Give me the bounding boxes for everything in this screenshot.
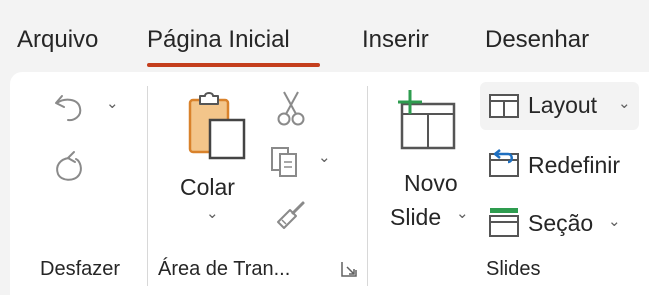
group-label-slides: Slides: [486, 258, 541, 280]
group-separator: [367, 86, 368, 286]
dialog-launcher-icon: [340, 260, 360, 278]
clipboard-icon: [184, 90, 250, 162]
ribbon-tabs: Arquivo Página Inicial Inserir Desenhar: [0, 0, 649, 70]
chevron-down-icon: ⌄: [456, 205, 469, 222]
paste-label: Colar: [180, 174, 235, 200]
undo-button[interactable]: ⌄: [50, 88, 120, 124]
reset-icon: [488, 148, 520, 178]
reset-button[interactable]: Redefinir: [480, 142, 639, 186]
scissors-icon: [276, 90, 312, 128]
tab-desenhar[interactable]: Desenhar: [485, 26, 589, 54]
layout-icon: [488, 92, 520, 120]
layout-label: Layout: [528, 92, 598, 118]
section-label: Seção: [528, 210, 594, 236]
chevron-down-icon: ⌄: [608, 213, 621, 230]
copy-button[interactable]: ⌄: [268, 144, 338, 184]
tab-arquivo[interactable]: Arquivo: [17, 26, 98, 54]
clipboard-dialog-launcher[interactable]: [340, 260, 360, 282]
chevron-down-icon: ⌄: [206, 205, 219, 222]
section-button[interactable]: Seção ⌄: [480, 200, 639, 244]
active-tab-indicator: [147, 63, 320, 67]
chevron-down-icon: ⌄: [106, 95, 119, 112]
new-slide-icon: [396, 88, 460, 154]
chevron-down-icon: ⌄: [618, 95, 631, 112]
cut-button[interactable]: [276, 90, 312, 130]
tab-inserir[interactable]: Inserir: [362, 26, 429, 54]
group-label-desfazer: Desfazer: [40, 258, 121, 280]
layout-button[interactable]: Layout ⌄: [480, 82, 639, 130]
ribbon-panel: ⌄ Desfazer Colar ⌄ ⌄ Área de Tran... Nov…: [10, 72, 649, 295]
new-slide-label-line1: Novo: [404, 170, 458, 196]
paintbrush-icon: [272, 196, 312, 232]
format-painter-button[interactable]: [272, 196, 312, 236]
new-slide-label-line2: Slide: [390, 204, 442, 230]
paste-button[interactable]: Colar ⌄: [172, 86, 262, 236]
group-separator: [147, 86, 148, 286]
reset-label: Redefinir: [528, 152, 621, 178]
chevron-down-icon: ⌄: [318, 149, 331, 166]
new-slide-button[interactable]: Novo Slide ⌄: [384, 86, 480, 246]
group-label-area-de-transferencia: Área de Tran...: [158, 258, 291, 280]
redo-icon: [50, 146, 94, 186]
redo-button[interactable]: [50, 146, 94, 186]
section-icon: [488, 206, 520, 238]
tab-pagina-inicial[interactable]: Página Inicial: [147, 26, 290, 54]
